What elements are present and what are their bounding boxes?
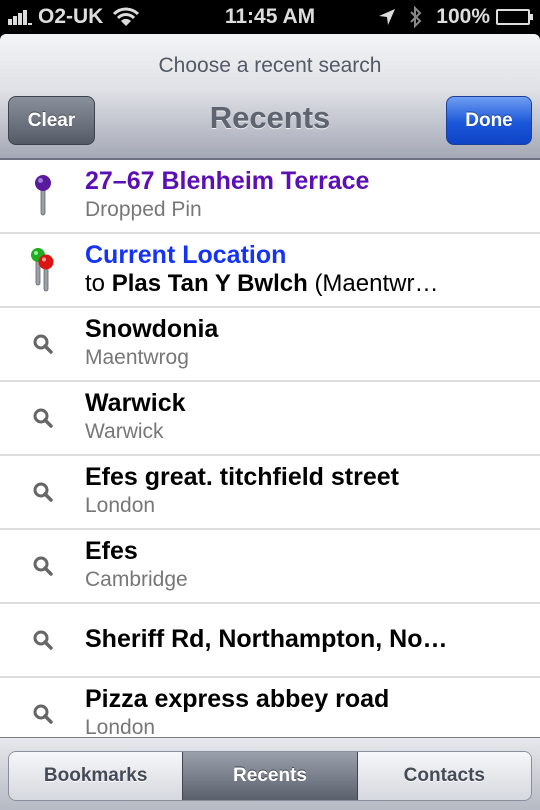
recent-subtitle: London [85,494,156,517]
battery-icon [496,9,533,25]
search-icon [28,456,58,528]
tab-contacts[interactable]: Contacts [357,752,531,800]
recent-title: Efes [85,537,138,565]
bottom-toolbar: Bookmarks Recents Contacts [0,737,540,810]
recent-title: Current Location [85,241,287,269]
recent-subtitle: Maentwrog [85,346,189,369]
tab-recents[interactable]: Recents [182,752,358,800]
list-item[interactable]: Current Location to Plas Tan Y Bwlch (Ma… [0,234,540,308]
list-item[interactable]: Pizza express abbey road London [0,678,540,737]
search-icon [28,530,58,602]
recent-subtitle: Warwick [85,420,164,443]
route-pins-icon [28,234,58,306]
recent-title: Sheriff Rd, Northampton, No… [85,625,448,653]
recent-subtitle: Cambridge [85,568,188,591]
location-arrow-icon [379,9,396,25]
recent-subtitle: London [85,716,156,737]
search-icon [28,604,58,676]
list-item[interactable]: Sheriff Rd, Northampton, No… [0,604,540,678]
list-item[interactable]: Efes great. titchfield street London [0,456,540,530]
route-destination: Plas Tan Y Bwlch [111,270,308,297]
recent-title: 27–67 Blenheim Terrace [85,167,370,195]
search-icon [28,382,58,454]
list-item[interactable]: Warwick Warwick [0,382,540,456]
list-item[interactable]: Snowdonia Maentwrog [0,308,540,382]
list-item[interactable]: Efes Cambridge [0,530,540,604]
recent-title: Warwick [85,389,186,417]
bluetooth-icon [410,6,422,28]
recent-title: Pizza express abbey road [85,685,390,713]
done-button[interactable]: Done [446,96,532,145]
recent-subtitle: Dropped Pin [85,198,202,221]
prompt-text: Choose a recent search [158,54,382,77]
recent-title: Snowdonia [85,315,219,343]
purple-pin-icon [28,160,58,232]
status-bar: O2-UK 11:45 AM 100% [0,0,540,34]
battery-percent: 100% [436,5,490,28]
list-item[interactable]: 27–67 Blenheim Terrace Dropped Pin [0,160,540,234]
route-prefix: to [85,270,106,297]
route-suffix: (Maentwr… [314,270,439,297]
recent-title: Efes great. titchfield street [85,463,399,491]
segmented-control: Bookmarks Recents Contacts [8,751,532,801]
tab-bookmarks[interactable]: Bookmarks [9,752,183,800]
search-icon [28,308,58,380]
search-icon [28,678,58,737]
recents-list: 27–67 Blenheim Terrace Dropped Pin Curre… [0,160,540,737]
recent-subtitle: to Plas Tan Y Bwlch (Maentwr… [85,270,520,298]
navigation-bar: Choose a recent search Clear Recents Don… [0,34,540,160]
